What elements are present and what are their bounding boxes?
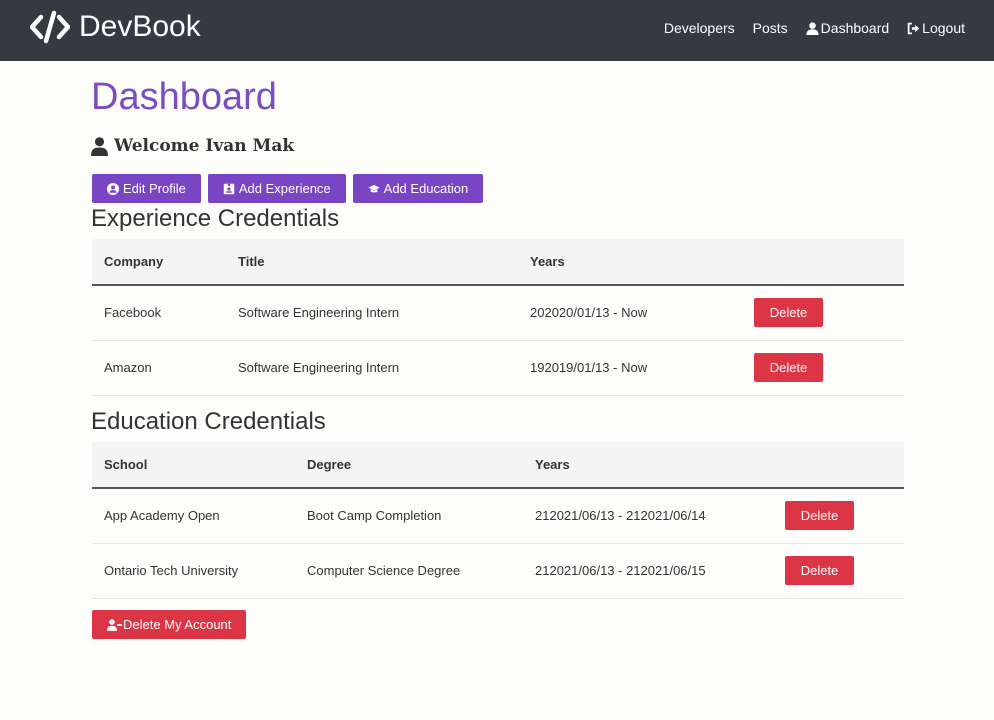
brand-name: DevBook [79,10,201,43]
graduation-cap-icon [367,184,380,192]
nav-link-posts[interactable]: Posts [753,20,788,36]
id-badge-icon [223,183,235,194]
action-cell: Delete [773,488,904,544]
nav-link-label: Logout [922,20,965,36]
education-table: School Degree Years App Academy Open Boo… [92,442,904,599]
table-row: Ontario Tech University Computer Science… [92,543,904,599]
delete-education-button[interactable]: Delete [785,556,854,585]
user-minus-icon [107,618,122,631]
delete-account-button[interactable]: Delete My Account [92,610,247,639]
company-cell: Amazon [92,340,226,396]
user-icon [806,21,819,35]
table-row: App Academy Open Boot Camp Completion 21… [92,488,904,544]
nav-link-dashboard[interactable]: Dashboard [806,20,890,36]
delete-experience-button[interactable]: Delete [754,353,823,382]
years-cell: 212021/06/13 - 212021/06/15 [523,543,773,599]
welcome-message: Welcome Ivan Mak [91,136,294,156]
years-cell: 212021/06/13 - 212021/06/14 [523,488,773,544]
title-cell: Software Engineering Intern [226,340,518,396]
table-header-row: Company Title Years [92,239,904,286]
user-icon [91,136,108,156]
degree-cell: Computer Science Degree [295,543,523,599]
edit-profile-button[interactable]: Edit Profile [92,174,201,203]
add-education-button[interactable]: Add Education [352,174,484,203]
add-experience-button[interactable]: Add Experience [207,174,346,203]
column-header-company: Company [92,239,226,286]
sign-out-icon [907,22,920,34]
nav-link-label: Dashboard [820,20,890,36]
column-header-actions [773,442,904,489]
navbar: DevBook Developers Posts Dashboard Logou… [0,0,994,61]
nav-link-logout[interactable]: Logout [907,20,965,36]
brand-link[interactable]: DevBook [30,10,201,44]
action-cell: Delete [773,543,904,599]
table-header-row: School Degree Years [92,442,904,489]
experience-table: Company Title Years Facebook Software En… [92,239,904,396]
table-row: Amazon Software Engineering Intern 19201… [92,340,904,396]
column-header-title: Title [226,239,518,286]
welcome-text: Welcome Ivan Mak [114,136,295,156]
column-header-years: Years [518,239,742,286]
column-header-degree: Degree [295,442,523,489]
delete-experience-button[interactable]: Delete [754,298,823,328]
page-title: Dashboard [91,76,277,118]
column-header-actions [742,239,904,286]
company-cell: Facebook [92,285,226,341]
nav-link-label: Posts [752,20,788,36]
delete-account-label: Delete My Account [123,617,232,632]
experience-section-title: Experience Credentials [91,205,340,232]
school-cell: Ontario Tech University [92,543,295,599]
years-cell: 192019/01/13 - Now [518,340,742,396]
add-experience-label: Add Experience [238,181,331,196]
dashboard-actions: Edit Profile Add Experience Add Educatio… [92,174,490,203]
title-cell: Software Engineering Intern [226,285,518,341]
school-cell: App Academy Open [92,488,295,544]
column-header-years: Years [523,442,773,489]
degree-cell: Boot Camp Completion [295,488,523,544]
delete-education-button[interactable]: Delete [785,501,854,531]
education-section-title: Education Credentials [91,408,326,435]
years-cell: 202020/01/13 - Now [518,285,742,341]
action-cell: Delete [742,340,904,396]
action-cell: Delete [742,285,904,341]
nav-links: Developers Posts Dashboard Logout [646,20,965,36]
add-education-label: Add Education [383,181,469,196]
edit-profile-label: Edit Profile [123,181,186,196]
nav-link-developers[interactable]: Developers [664,20,735,36]
table-row: Facebook Software Engineering Intern 202… [92,285,904,341]
code-icon [30,10,70,44]
column-header-school: School [92,442,295,489]
user-circle-icon [107,182,119,195]
nav-link-label: Developers [663,20,735,36]
